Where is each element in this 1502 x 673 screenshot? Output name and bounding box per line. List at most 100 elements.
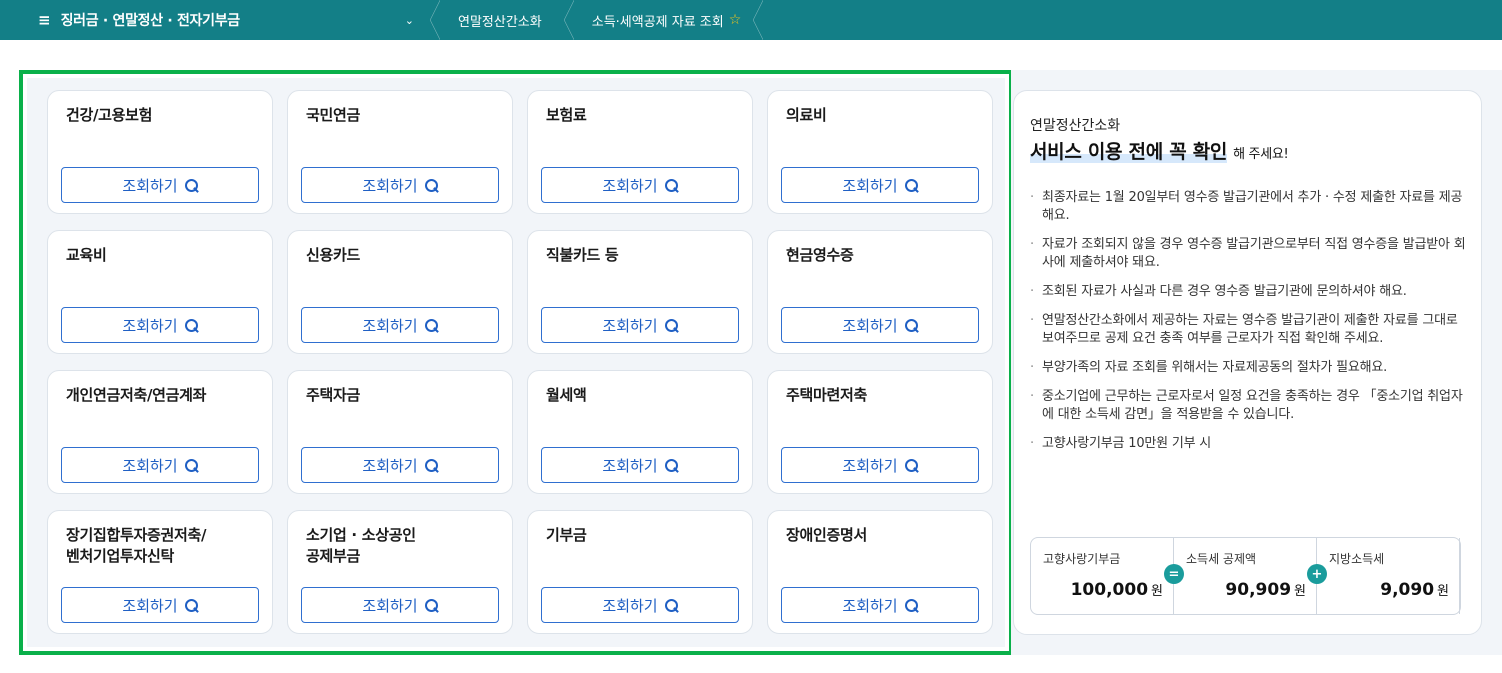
lookup-button[interactable]: 조회하기 bbox=[541, 447, 739, 483]
search-icon[interactable] bbox=[184, 598, 198, 612]
lookup-card: 장애인증명서조회하기 bbox=[767, 510, 993, 634]
notice-list: 최종자료는 1월 20일부터 영수증 발급기관에서 추가 · 수정 제출한 자료… bbox=[1030, 189, 1470, 464]
card-title: 국민연금 bbox=[306, 106, 361, 124]
card-title: 주택자금 bbox=[306, 386, 361, 404]
calc-label: 소득세 공제액 bbox=[1186, 552, 1257, 566]
lookup-button[interactable]: 조회하기 bbox=[61, 587, 259, 623]
search-icon[interactable] bbox=[424, 178, 438, 192]
lookup-button-label[interactable]: 조회하기 bbox=[122, 175, 177, 196]
notice-item: 최종자료는 1월 20일부터 영수증 발급기관에서 추가 · 수정 제출한 자료… bbox=[1030, 189, 1470, 225]
search-icon[interactable] bbox=[424, 598, 438, 612]
lookup-card: 신용카드조회하기 bbox=[287, 230, 513, 354]
lookup-button[interactable]: 조회하기 bbox=[541, 167, 739, 203]
lookup-button-label[interactable]: 조회하기 bbox=[602, 595, 657, 616]
notice-panel: 연말정산간소화 서비스 이용 전에 꼭 확인 해 주세요! 최종자료는 1월 20… bbox=[1013, 90, 1482, 635]
menu-title[interactable]: 징러금 · 연말정산 · 전자기부금 bbox=[61, 10, 241, 30]
lookup-button[interactable]: 조회하기 bbox=[301, 307, 499, 343]
lookup-button[interactable]: 조회하기 bbox=[541, 587, 739, 623]
lookup-button-label[interactable]: 조회하기 bbox=[122, 315, 177, 336]
lookup-button-label[interactable]: 조회하기 bbox=[362, 595, 417, 616]
lookup-button[interactable]: 조회하기 bbox=[61, 167, 259, 203]
lookup-button[interactable]: 조회하기 bbox=[781, 587, 979, 623]
lookup-button[interactable]: 조회하기 bbox=[61, 307, 259, 343]
lookup-button-label[interactable]: 조회하기 bbox=[362, 455, 417, 476]
top-nav-bar: ≡ 징러금 · 연말정산 · 전자기부금 ⌄ 연말정산간소화 소득·세액공제 자… bbox=[0, 0, 1502, 40]
calc-cell: 고향사랑기부금 100,000 원 bbox=[1031, 538, 1174, 614]
main-menu-dropdown[interactable]: ≡ 징러금 · 연말정산 · 전자기부금 ⌄ bbox=[0, 0, 430, 40]
breadcrumb-label[interactable]: 소득·세액공제 자료 조회 bbox=[592, 11, 724, 30]
lookup-card: 소기업 · 소상공인 공제부금 조회하기 bbox=[287, 510, 513, 634]
card-title: 주택마련저축 bbox=[786, 386, 868, 404]
breadcrumb-year-end[interactable]: 연말정산간소화 bbox=[430, 0, 564, 40]
card-title: 의료비 bbox=[786, 106, 827, 124]
lookup-card: 보험료조회하기 bbox=[527, 90, 753, 214]
lookup-card: 건강/고용보험조회하기 bbox=[47, 90, 273, 214]
search-icon[interactable] bbox=[904, 458, 918, 472]
card-title: 장애인증명서 bbox=[786, 526, 868, 544]
card-title: 장기집합투자증권저축/ 벤처기업투자신탁 bbox=[66, 526, 207, 565]
search-icon[interactable] bbox=[424, 458, 438, 472]
search-icon[interactable] bbox=[664, 318, 678, 332]
breadcrumb-deduction-lookup[interactable]: 소득·세액공제 자료 조회 ☆ bbox=[563, 0, 764, 40]
search-icon[interactable] bbox=[904, 598, 918, 612]
equals-icon: = bbox=[1164, 564, 1184, 584]
notice-item: 부양가족의 자료 조회를 위해서는 자료제공동의 절차가 필요해요. bbox=[1030, 359, 1470, 377]
lookup-button-label[interactable]: 조회하기 bbox=[602, 175, 657, 196]
lookup-button[interactable]: 조회하기 bbox=[781, 307, 979, 343]
lookup-button[interactable]: 조회하기 bbox=[781, 447, 979, 483]
lookup-button-label[interactable]: 조회하기 bbox=[122, 595, 177, 616]
lookup-button-label[interactable]: 조회하기 bbox=[602, 315, 657, 336]
breadcrumb-label[interactable]: 연말정산간소화 bbox=[458, 11, 542, 30]
card-title: 보험료 bbox=[546, 106, 587, 124]
lookup-button[interactable]: 조회하기 bbox=[61, 447, 259, 483]
lookup-button[interactable]: 조회하기 bbox=[301, 167, 499, 203]
search-icon[interactable] bbox=[904, 178, 918, 192]
card-title: 월세액 bbox=[546, 386, 587, 404]
lookup-card: 직불카드 등조회하기 bbox=[527, 230, 753, 354]
card-title: 교육비 bbox=[66, 246, 107, 264]
lookup-card: 현금영수증 조회하기 bbox=[767, 230, 993, 354]
lookup-card: 주택마련저축조회하기 bbox=[767, 370, 993, 494]
calc-label: 고향사랑기부금 bbox=[1043, 552, 1121, 566]
headline-tail: 해 주세요! bbox=[1233, 147, 1289, 162]
plus-icon: + bbox=[1307, 564, 1327, 584]
star-icon[interactable]: ☆ bbox=[729, 12, 742, 28]
hamburger-icon[interactable]: ≡ bbox=[38, 11, 51, 29]
search-icon[interactable] bbox=[664, 178, 678, 192]
lookup-button[interactable]: 조회하기 bbox=[541, 307, 739, 343]
lookup-card: 기부금조회하기 bbox=[527, 510, 753, 634]
lookup-card: 교육비조회하기 bbox=[47, 230, 273, 354]
calc-cell: 소득세 공제액 90,909 원 bbox=[1174, 538, 1317, 614]
card-title: 기부금 bbox=[546, 526, 587, 544]
card-title: 직불카드 등 bbox=[546, 246, 619, 264]
chevron-down-icon[interactable]: ⌄ bbox=[405, 14, 414, 27]
card-title: 신용카드 bbox=[306, 246, 361, 264]
search-icon[interactable] bbox=[184, 458, 198, 472]
notice-item: 고향사랑기부금 10만원 기부 시 bbox=[1030, 435, 1470, 453]
lookup-button-label[interactable]: 조회하기 bbox=[602, 455, 657, 476]
search-icon[interactable] bbox=[184, 318, 198, 332]
notice-headline: 서비스 이용 전에 꼭 확인 해 주세요! bbox=[1030, 137, 1289, 164]
search-icon[interactable] bbox=[664, 458, 678, 472]
search-icon[interactable] bbox=[904, 318, 918, 332]
card-title: 개인연금저축/연금계좌 bbox=[66, 386, 207, 404]
search-icon[interactable] bbox=[664, 598, 678, 612]
search-icon[interactable] bbox=[184, 178, 198, 192]
lookup-card: 주택자금조회하기 bbox=[287, 370, 513, 494]
lookup-card: 개인연금저축/연금계좌조회하기 bbox=[47, 370, 273, 494]
card-title: 건강/고용보험 bbox=[66, 106, 153, 124]
calc-cell: 지방소득세 9,090 원 bbox=[1317, 538, 1460, 614]
donation-calc-table: 고향사랑기부금 100,000 원 소득세 공제액 90,909 원 지방소득세 9… bbox=[1030, 537, 1461, 615]
notice-item: 중소기업에 근무하는 근로자로서 일정 요건을 충족하는 경우 「중소기업 취업… bbox=[1030, 388, 1470, 424]
search-icon[interactable] bbox=[424, 318, 438, 332]
lookup-button-label[interactable]: 조회하기 bbox=[122, 455, 177, 476]
lookup-button[interactable]: 조회하기 bbox=[301, 447, 499, 483]
lookup-button[interactable]: 조회하기 bbox=[301, 587, 499, 623]
lookup-button-label[interactable]: 조회하기 bbox=[842, 595, 897, 616]
lookup-button-label[interactable]: 조회하기 bbox=[842, 175, 897, 196]
lookup-button-label[interactable]: 조회하기 bbox=[362, 175, 417, 196]
lookup-button[interactable]: 조회하기 bbox=[781, 167, 979, 203]
lookup-button-label[interactable]: 조회하기 bbox=[362, 315, 417, 336]
lookup-button-label[interactable]: 조회하기 bbox=[842, 315, 897, 336]
lookup-button-label[interactable]: 조회하기 bbox=[842, 455, 897, 476]
